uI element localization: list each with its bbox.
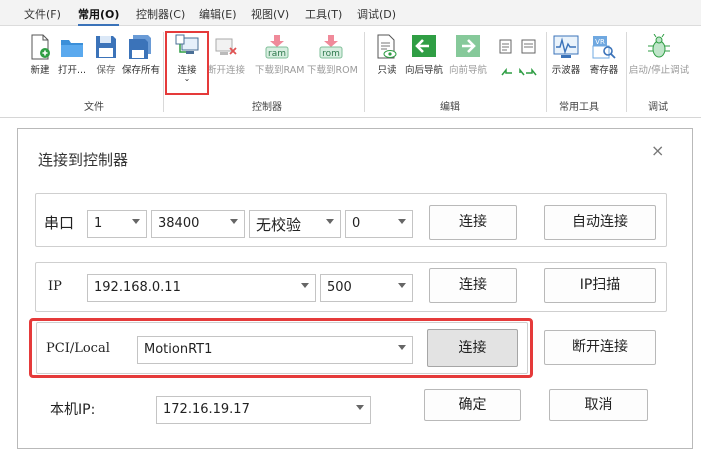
ram-badge-text: ram <box>268 49 286 59</box>
serial-port-select[interactable]: 1 <box>87 210 147 238</box>
chevron-down-icon <box>230 219 238 224</box>
open-button[interactable]: 打开... <box>54 34 90 94</box>
register-button[interactable]: VR 寄存器 <box>586 34 622 94</box>
undo-redo-icons[interactable] <box>498 64 542 78</box>
group-divider <box>163 32 164 112</box>
menu-debug[interactable]: 调试(D) <box>357 6 396 22</box>
edit-small-icons <box>498 38 542 56</box>
chevron-down-icon <box>398 283 406 288</box>
menu-common[interactable]: 常用(O) <box>78 6 120 26</box>
arrow-right-icon <box>456 35 480 57</box>
download-ram-icon: ram <box>265 35 289 59</box>
connect-highlight-box <box>165 31 209 95</box>
ip-connect-button[interactable]: 连接 <box>429 268 517 303</box>
menu-view[interactable]: 视图(V) <box>251 6 289 22</box>
local-ip-label: 本机IP: <box>50 402 96 418</box>
ip-label: IP <box>48 279 62 294</box>
baud-rate-select[interactable]: 38400 <box>151 210 245 238</box>
menu-controller[interactable]: 控制器(C) <box>136 6 185 22</box>
undo-redo-icon <box>501 67 537 76</box>
oscilloscope-button[interactable]: 示波器 <box>547 34 585 94</box>
menu-file[interactable]: 文件(F) <box>24 6 61 22</box>
download-ram-button[interactable]: ram 下载到RAM <box>255 34 304 94</box>
document-edit-icons <box>499 39 536 54</box>
chevron-down-icon <box>398 219 406 224</box>
serial-connect-button[interactable]: 连接 <box>429 205 517 240</box>
readonly-button[interactable]: 只读 <box>369 34 405 94</box>
ok-button[interactable]: 确定 <box>424 389 521 421</box>
disconnect-icon <box>215 38 237 55</box>
download-rom-button[interactable]: rom 下载到ROM <box>307 34 358 94</box>
menu-edit[interactable]: 编辑(E) <box>199 6 237 22</box>
ip-scan-button[interactable]: IP扫描 <box>544 268 656 303</box>
chevron-down-icon <box>132 219 140 224</box>
group-common-tools-label: 常用工具 <box>559 102 599 113</box>
parity-select[interactable]: 无校验 <box>249 210 341 238</box>
oscilloscope-icon <box>553 35 579 58</box>
save-all-button[interactable]: 保存所有 <box>122 34 160 94</box>
group-file-label: 文件 <box>84 102 104 113</box>
dialog-title: 连接到控制器 <box>38 151 129 169</box>
disconnect-button[interactable]: 断开连接 <box>544 330 656 365</box>
open-folder-icon <box>61 40 83 57</box>
rom-badge-text: rom <box>322 49 340 59</box>
vr-badge-text: VR <box>595 38 605 46</box>
serial-label: 串口 <box>44 214 75 232</box>
chevron-down-icon <box>356 405 364 410</box>
chevron-down-icon <box>301 283 309 288</box>
group-debug-label: 调试 <box>648 102 668 113</box>
close-icon[interactable]: × <box>651 141 664 160</box>
chevron-down-icon <box>326 219 334 224</box>
readonly-document-icon <box>377 34 397 59</box>
disconnect-button[interactable]: 断开连接 <box>207 34 245 94</box>
new-button[interactable]: 新建 <box>22 34 58 94</box>
stop-bit-select[interactable]: 0 <box>345 210 413 238</box>
group-divider <box>364 32 365 112</box>
register-search-icon: VR <box>592 36 616 59</box>
save-icon <box>96 36 116 58</box>
group-controller-label: 控制器 <box>252 102 282 113</box>
arrow-left-icon <box>412 35 436 57</box>
pci-highlight-box <box>29 318 533 378</box>
download-rom-icon: rom <box>319 35 343 59</box>
cancel-button[interactable]: 取消 <box>549 389 648 421</box>
ip-port-select[interactable]: 500 <box>320 274 413 302</box>
start-stop-debug-button[interactable]: 启动/停止调试 <box>628 34 690 94</box>
auto-connect-button[interactable]: 自动连接 <box>544 205 656 240</box>
new-file-icon <box>31 34 50 60</box>
group-divider <box>626 32 627 112</box>
navigate-forward-button[interactable]: 向前导航 <box>448 34 488 94</box>
bug-icon <box>648 34 670 58</box>
group-edit-label: 编辑 <box>440 102 460 113</box>
navigate-back-button[interactable]: 向后导航 <box>404 34 444 94</box>
save-all-icon <box>129 35 151 59</box>
menu-tools[interactable]: 工具(T) <box>305 6 342 22</box>
save-button[interactable]: 保存 <box>88 34 124 94</box>
local-ip-select[interactable]: 172.16.19.17 <box>156 396 371 424</box>
ip-address-select[interactable]: 192.168.0.11 <box>87 274 316 302</box>
